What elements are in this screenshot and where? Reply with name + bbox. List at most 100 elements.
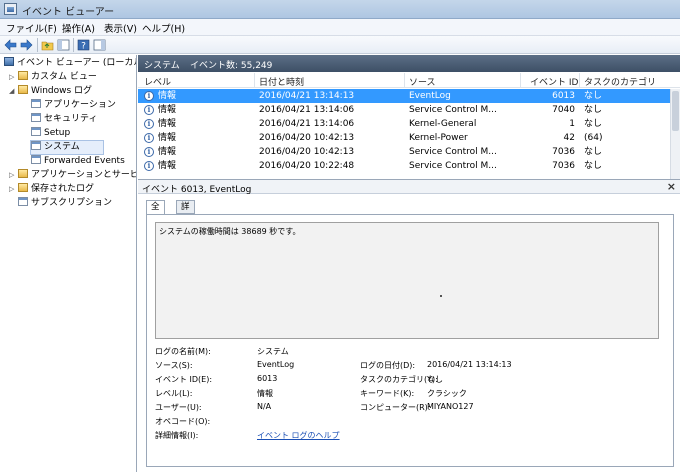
tree-item-windows-logs[interactable]: Windows ログ	[18, 85, 92, 98]
folder-icon	[18, 169, 28, 178]
description-box[interactable]: システムの稼働時間は 38689 秒です。	[155, 222, 659, 339]
event-id-value: 6013	[257, 374, 278, 383]
tree-item-forwarded-events[interactable]: Forwarded Events	[31, 155, 125, 168]
menu-view[interactable]: 表示(V)	[104, 21, 137, 35]
toolbar-separator	[73, 38, 74, 52]
table-row[interactable]: i 情報 2016/04/20 10:42:13 Kernel-Power 42…	[138, 131, 670, 145]
cell-event-id: 7040	[552, 105, 575, 115]
tab-general[interactable]: 全般	[146, 200, 165, 225]
opcode-label: オペコード(O):	[155, 417, 211, 426]
menu-action[interactable]: 操作(A)	[62, 21, 95, 35]
tree-item-label: Forwarded Events	[44, 156, 125, 166]
level-label: レベル(L):	[155, 389, 193, 398]
tree-item-custom-views[interactable]: カスタム ビュー	[18, 71, 97, 84]
cell-task: なし	[584, 147, 603, 157]
tree-item-subscriptions[interactable]: サブスクリプション	[18, 197, 112, 210]
table-row[interactable]: i 情報 2016/04/21 13:14:06 Service Control…	[138, 103, 670, 117]
info-icon: i	[144, 119, 154, 129]
collapse-arrow-icon[interactable]: ◢	[9, 85, 14, 98]
event-viewer-icon	[4, 3, 17, 15]
tree-item-saved-logs[interactable]: 保存されたログ	[18, 183, 94, 196]
tree-item-label: Setup	[44, 128, 71, 138]
cell-event-id: 7036	[552, 147, 575, 157]
logged-label: ログの日付(D):	[360, 361, 416, 370]
source-label: ソース(S):	[155, 361, 193, 370]
table-row[interactable]: i 情報 2016/04/20 10:42:13 Service Control…	[138, 145, 670, 159]
toolbar-separator	[37, 38, 38, 52]
column-header-date[interactable]: 日付と時刻	[259, 75, 304, 88]
folder-icon	[18, 71, 28, 80]
cell-level: 情報	[158, 91, 177, 101]
column-header-level[interactable]: レベル	[144, 75, 171, 88]
title-bar: イベント ビューアー	[0, 0, 680, 19]
menu-help[interactable]: ヘルプ(H)	[142, 21, 185, 35]
column-divider[interactable]	[404, 73, 405, 88]
cell-event-id: 6013	[552, 91, 575, 101]
table-row[interactable]: i 情報 2016/04/21 13:14:13 EventLog 6013 な…	[138, 89, 670, 103]
detail-pane: 全般 詳細 システムの稼働時間は 38689 秒です。 ログの名前(M): シス…	[138, 195, 680, 472]
cell-event-id: 7036	[552, 161, 575, 171]
tree-item-label: Windows ログ	[31, 86, 93, 96]
event-count: イベント数: 55,249	[190, 61, 273, 71]
tree-item-security[interactable]: セキュリティ	[31, 113, 97, 126]
user-label: ユーザー(U):	[155, 403, 202, 412]
menu-file[interactable]: ファイル(F)	[6, 21, 57, 35]
close-icon[interactable]: ×	[667, 180, 676, 193]
tree-item-application[interactable]: アプリケーション	[31, 99, 116, 112]
cell-task: なし	[584, 91, 603, 101]
cell-level: 情報	[158, 119, 177, 129]
show-hide-tree-icon[interactable]	[57, 39, 70, 51]
tree-item-setup[interactable]: Setup	[31, 127, 70, 140]
event-log-help-link[interactable]: イベント ログのヘルプ	[257, 430, 340, 441]
svg-text:?: ?	[81, 42, 86, 52]
forward-arrow-icon[interactable]	[20, 39, 33, 51]
column-divider[interactable]	[520, 73, 521, 88]
tree-item-system[interactable]: システム	[30, 140, 104, 155]
cell-level: 情報	[158, 105, 177, 115]
expand-arrow-icon[interactable]: ▷	[9, 169, 14, 182]
menu-bar: ファイル(F) 操作(A) 表示(V) ヘルプ(H)	[0, 19, 680, 36]
tree-item-label: カスタム ビュー	[31, 72, 97, 82]
computer-label: コンピューター(R):	[360, 403, 431, 412]
info-icon: i	[144, 147, 154, 157]
column-divider[interactable]	[579, 73, 580, 88]
task-category-value: なし	[427, 375, 443, 384]
source-value: EventLog	[257, 360, 295, 369]
column-header-task-category[interactable]: タスクのカテゴリ	[584, 75, 656, 88]
expand-arrow-icon[interactable]: ▷	[9, 71, 14, 84]
up-folder-icon[interactable]	[41, 39, 54, 51]
cell-source: Service Control M...	[409, 147, 497, 157]
cell-task: なし	[584, 161, 603, 171]
column-header-source[interactable]: ソース	[409, 75, 436, 88]
expand-arrow-icon[interactable]: ▷	[9, 183, 14, 196]
cell-event-id: 1	[569, 119, 575, 129]
tree-root[interactable]: イベント ビューアー (ローカル)	[4, 57, 136, 70]
keywords-label: キーワード(K):	[360, 389, 415, 398]
cell-date: 2016/04/21 13:14:06	[259, 119, 355, 129]
table-row[interactable]: i 情報 2016/04/21 13:14:06 Kernel-General …	[138, 117, 670, 131]
tab-details[interactable]: 詳細	[176, 200, 195, 225]
help-icon[interactable]: ?	[77, 39, 90, 51]
scrollbar-thumb[interactable]	[672, 91, 679, 131]
event-viewer-icon	[4, 57, 14, 66]
cell-level: 情報	[158, 147, 177, 157]
tree-item-apps-services[interactable]: アプリケーションとサービス ログ	[18, 169, 136, 182]
cell-level: 情報	[158, 133, 177, 143]
computer-value: MIYANO127	[427, 402, 474, 411]
list-scrollbar[interactable]	[670, 89, 680, 186]
log-icon	[31, 141, 41, 150]
info-icon: i	[144, 133, 154, 143]
log-name-label: ログの名前(M):	[155, 347, 211, 356]
info-icon: i	[144, 91, 154, 101]
column-divider[interactable]	[254, 73, 255, 88]
cell-date: 2016/04/21 13:14:13	[259, 91, 355, 101]
logged-value: 2016/04/21 13:14:13	[427, 360, 512, 369]
cell-date: 2016/04/21 13:14:06	[259, 105, 355, 115]
cell-source: Kernel-Power	[409, 133, 468, 143]
table-row[interactable]: i 情報 2016/04/20 10:22:48 Service Control…	[138, 159, 670, 173]
back-arrow-icon[interactable]	[4, 39, 17, 51]
column-header-event-id[interactable]: イベント ID	[530, 75, 578, 88]
cell-task: なし	[584, 105, 603, 115]
show-hide-action-pane-icon[interactable]	[93, 39, 106, 51]
log-icon	[31, 127, 41, 136]
